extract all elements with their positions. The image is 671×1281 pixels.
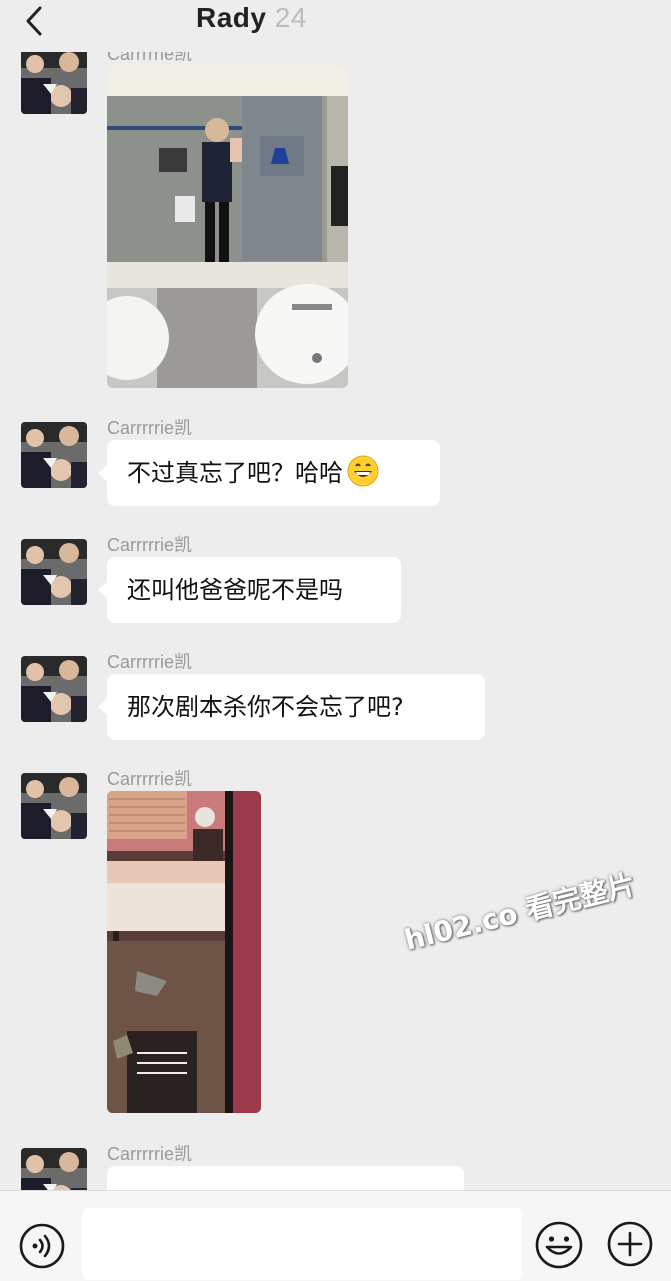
message-text: 那次剧本杀你不会忘了吧?	[127, 693, 404, 721]
chat-title-name: Rady	[196, 2, 267, 33]
avatar[interactable]	[21, 539, 87, 605]
message-input[interactable]	[82, 1208, 522, 1280]
avatar[interactable]	[21, 773, 87, 839]
sender-name: Carrrrrie凯	[107, 418, 192, 438]
voice-icon[interactable]	[18, 1222, 66, 1270]
image-message-bedroom[interactable]	[107, 791, 261, 1113]
watermark: hl02.co 看完整片	[401, 867, 639, 957]
message-bubble[interactable]: 不过真忘了吧？哈哈	[98, 440, 440, 506]
sender-name: Carrrrrie凯	[107, 535, 192, 555]
sender-name: Carrrrrie凯	[107, 652, 192, 672]
sender-name: Carrrrrie凯	[107, 1144, 192, 1164]
chat-header: Rady 24	[0, 0, 671, 52]
image-message-mirror-selfie[interactable]	[107, 66, 348, 388]
emoji-icon[interactable]	[534, 1220, 584, 1270]
message-bubble[interactable]: 那次剧本杀你不会忘了吧?	[98, 674, 485, 740]
avatar[interactable]	[21, 48, 87, 114]
avatar[interactable]	[21, 422, 87, 488]
plus-icon[interactable]	[606, 1220, 654, 1268]
chat-title: Rady 24	[196, 2, 307, 34]
chat-title-count: 24	[274, 2, 307, 33]
message-bubble[interactable]: 还叫他爸爸呢不是吗	[98, 557, 401, 623]
avatar[interactable]	[21, 656, 87, 722]
grinning-face-icon	[347, 455, 379, 487]
message-text: 不过真忘了吧？哈哈	[127, 459, 343, 487]
sender-name: Carrrrrie凯	[107, 769, 192, 789]
back-icon[interactable]	[20, 6, 50, 36]
message-text: 还叫他爸爸呢不是吗	[127, 576, 343, 604]
